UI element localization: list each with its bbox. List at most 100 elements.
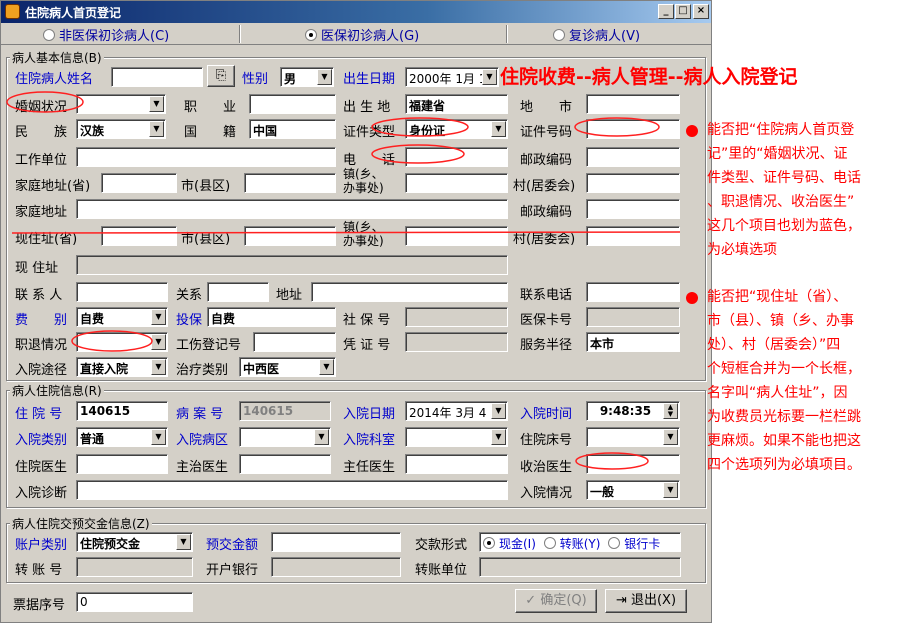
home-town-input[interactable] — [405, 173, 508, 193]
radius-label: 服务半径 — [520, 338, 573, 353]
radio-non-insured[interactable]: 非医保初诊病人(C) — [43, 25, 169, 44]
dropdown-arrow-icon[interactable]: ▼ — [491, 429, 506, 445]
transfer-no-label: 转 账 号 — [15, 563, 63, 578]
cur-city-input[interactable] — [244, 226, 336, 246]
dropdown-arrow-icon[interactable]: ▼ — [176, 534, 191, 550]
condition-select[interactable]: 一般 ▼ — [586, 480, 680, 500]
gender-select[interactable]: 男 ▼ — [280, 67, 334, 87]
condition-label: 入院情况 — [520, 486, 573, 501]
diagnosis-input[interactable] — [76, 480, 508, 500]
contact-input[interactable] — [76, 282, 168, 302]
maximize-button[interactable]: □ — [675, 4, 691, 19]
adm-time-label: 入院时间 — [520, 407, 573, 422]
dropdown-arrow-icon[interactable]: ▼ — [317, 69, 332, 85]
dropdown-arrow-icon[interactable]: ▼ — [663, 429, 678, 445]
title-bar[interactable]: 住院病人首页登记 _ □ × — [1, 1, 711, 23]
adm-time-input[interactable]: 9:48:35 ▲ ▼ — [586, 401, 680, 421]
occupation-input[interactable] — [249, 94, 336, 114]
relation-input[interactable] — [207, 282, 269, 302]
adm-date-picker[interactable]: 2014年 3月 4 ▼ — [405, 401, 508, 421]
radio-return-visit[interactable]: 复诊病人(V) — [553, 25, 640, 44]
contact-address-input[interactable] — [311, 282, 508, 302]
spinner-icon[interactable]: ▲ ▼ — [663, 403, 678, 419]
dropdown-arrow-icon[interactable]: ▼ — [151, 309, 166, 325]
radio-insured[interactable]: 医保初诊病人(G) — [305, 25, 419, 44]
pay-cash-radio[interactable]: 现金(I) — [483, 537, 536, 551]
card-reader-button[interactable]: ⎘ — [207, 65, 235, 87]
injury-label: 工伤登记号 — [176, 338, 242, 353]
region-input[interactable] — [586, 94, 680, 114]
radius-input[interactable]: 本市 — [586, 332, 680, 352]
insure-input[interactable]: 自费 — [207, 307, 336, 327]
close-button[interactable]: × — [693, 4, 709, 19]
fee-select[interactable]: 自费 ▼ — [76, 307, 168, 327]
route-select[interactable]: 直接入院 ▼ — [76, 357, 168, 377]
dropdown-arrow-icon[interactable]: ▼ — [491, 121, 506, 137]
bed-label: 住院床号 — [520, 433, 573, 448]
id-no-input[interactable] — [586, 119, 680, 139]
workplace-input[interactable] — [76, 147, 336, 167]
home-address-input[interactable] — [76, 199, 508, 219]
attending-input[interactable] — [239, 454, 331, 474]
dropdown-arrow-icon[interactable]: ▼ — [314, 429, 329, 445]
injury-input[interactable] — [253, 332, 336, 352]
cur-city-label: 市(县区) — [181, 232, 231, 247]
cur-town-label: 镇(乡、 办事处) — [343, 220, 384, 248]
dropdown-arrow-icon[interactable]: ▼ — [151, 429, 166, 445]
dropdown-arrow-icon[interactable]: ▼ — [482, 69, 497, 85]
home-province-input[interactable] — [101, 173, 177, 193]
pay-transfer-radio[interactable]: 转账(Y) — [543, 537, 600, 551]
dropdown-arrow-icon[interactable]: ▼ — [663, 482, 678, 498]
id-type-select[interactable]: 身份证 ▼ — [405, 119, 508, 139]
dropdown-arrow-icon[interactable]: ▼ — [491, 403, 506, 419]
exit-button[interactable]: ⇥ 退出(X) — [605, 589, 687, 613]
id-no-label: 证件号码 — [520, 125, 573, 140]
cur-province-input[interactable] — [101, 226, 177, 246]
amount-input[interactable] — [271, 532, 401, 552]
account-select[interactable]: 住院预交金 ▼ — [76, 532, 193, 552]
amount-label: 预交金额 — [206, 538, 259, 553]
receipt-input[interactable]: 0 — [76, 592, 193, 612]
phone-input[interactable] — [405, 147, 508, 167]
birthplace-input[interactable]: 福建省 — [405, 94, 508, 114]
card-icon: ⎘ — [215, 68, 227, 83]
ethnic-select[interactable]: 汉族 ▼ — [76, 119, 166, 139]
inpatient-no-input[interactable]: 140615 — [76, 401, 168, 421]
cur-town-input[interactable] — [405, 226, 508, 246]
contact-phone-input[interactable] — [586, 282, 680, 302]
name-input[interactable] — [111, 67, 203, 87]
transfer-unit-label: 转账单位 — [415, 563, 468, 578]
case-no-label: 病 案 号 — [176, 407, 224, 422]
pay-card-radio[interactable]: 银行卡 — [608, 537, 660, 551]
bed-select[interactable]: ▼ — [586, 427, 680, 447]
cur-village-input[interactable] — [586, 226, 680, 246]
dropdown-arrow-icon[interactable]: ▼ — [319, 359, 334, 375]
home-city-input[interactable] — [244, 173, 336, 193]
dropdown-arrow-icon[interactable]: ▼ — [149, 96, 164, 112]
minimize-button[interactable]: _ — [658, 4, 674, 19]
home-village-input[interactable] — [586, 173, 680, 193]
postcode-input[interactable] — [586, 147, 680, 167]
radio-circle-checked — [305, 29, 317, 41]
nationality-input[interactable]: 中国 — [249, 119, 336, 139]
phone-label: 电 话 — [343, 153, 396, 168]
gender-label: 性别 — [242, 72, 269, 87]
dropdown-arrow-icon[interactable]: ▼ — [151, 334, 166, 350]
chief-input[interactable] — [405, 454, 508, 474]
insure-label: 投保 — [176, 313, 203, 328]
ward-select[interactable]: ▼ — [239, 427, 331, 447]
birth-date-picker[interactable]: 2000年 1月 1 ▼ — [405, 67, 499, 87]
postcode2-input[interactable] — [586, 199, 680, 219]
bullet-icon — [686, 125, 698, 137]
retire-select[interactable]: ▼ — [76, 332, 168, 352]
treat-select[interactable]: 中西医 ▼ — [239, 357, 336, 377]
doctor-input[interactable] — [76, 454, 168, 474]
inpatient-no-label: 住 院 号 — [15, 407, 63, 422]
dept-select[interactable]: ▼ — [405, 427, 508, 447]
dropdown-arrow-icon[interactable]: ▼ — [149, 121, 164, 137]
adm-type-select[interactable]: 普通 ▼ — [76, 427, 168, 447]
admit-doctor-input[interactable] — [586, 454, 680, 474]
dropdown-arrow-icon[interactable]: ▼ — [151, 359, 166, 375]
confirm-button[interactable]: ✓ 确定(Q) — [515, 589, 597, 613]
marital-select[interactable]: ▼ — [76, 94, 166, 114]
